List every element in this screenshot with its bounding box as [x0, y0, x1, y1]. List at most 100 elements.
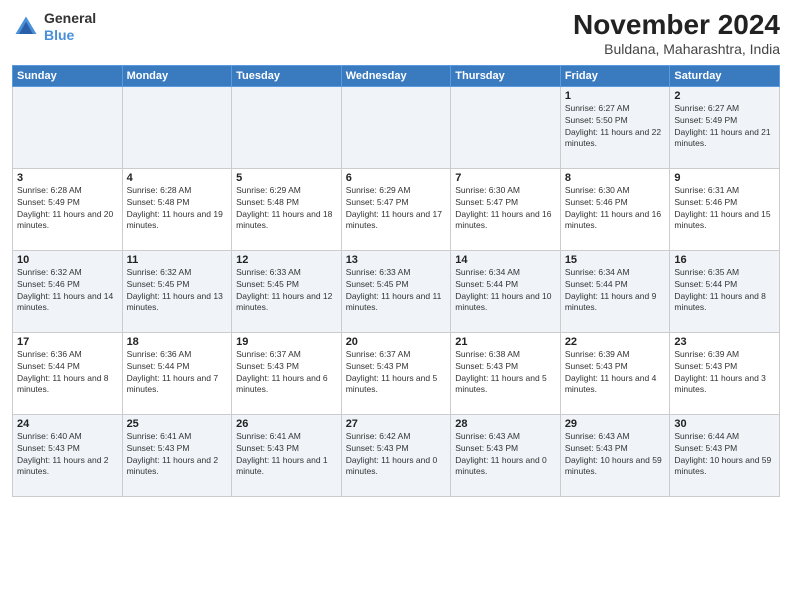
col-tuesday: Tuesday	[232, 65, 342, 86]
calendar-cell: 25Sunrise: 6:41 AM Sunset: 5:43 PM Dayli…	[122, 414, 232, 496]
title-block: November 2024 Buldana, Maharashtra, Indi…	[573, 10, 780, 57]
day-info: Sunrise: 6:29 AM Sunset: 5:47 PM Dayligh…	[346, 185, 447, 233]
day-info: Sunrise: 6:42 AM Sunset: 5:43 PM Dayligh…	[346, 431, 447, 479]
calendar-cell: 23Sunrise: 6:39 AM Sunset: 5:43 PM Dayli…	[670, 332, 780, 414]
day-info: Sunrise: 6:36 AM Sunset: 5:44 PM Dayligh…	[17, 349, 118, 397]
day-number: 24	[17, 418, 118, 430]
calendar-cell: 10Sunrise: 6:32 AM Sunset: 5:46 PM Dayli…	[13, 250, 123, 332]
location: Buldana, Maharashtra, India	[573, 41, 780, 57]
day-number: 20	[346, 336, 447, 348]
day-info: Sunrise: 6:40 AM Sunset: 5:43 PM Dayligh…	[17, 431, 118, 479]
day-info: Sunrise: 6:33 AM Sunset: 5:45 PM Dayligh…	[236, 267, 337, 315]
day-info: Sunrise: 6:39 AM Sunset: 5:43 PM Dayligh…	[565, 349, 666, 397]
day-info: Sunrise: 6:43 AM Sunset: 5:43 PM Dayligh…	[565, 431, 666, 479]
calendar-cell: 28Sunrise: 6:43 AM Sunset: 5:43 PM Dayli…	[451, 414, 561, 496]
calendar-cell: 24Sunrise: 6:40 AM Sunset: 5:43 PM Dayli…	[13, 414, 123, 496]
col-thursday: Thursday	[451, 65, 561, 86]
day-number: 4	[127, 172, 228, 184]
day-number: 25	[127, 418, 228, 430]
day-info: Sunrise: 6:43 AM Sunset: 5:43 PM Dayligh…	[455, 431, 556, 479]
day-number: 27	[346, 418, 447, 430]
day-number: 26	[236, 418, 337, 430]
calendar-cell: 12Sunrise: 6:33 AM Sunset: 5:45 PM Dayli…	[232, 250, 342, 332]
month-title: November 2024	[573, 10, 780, 41]
col-friday: Friday	[560, 65, 670, 86]
calendar-cell: 22Sunrise: 6:39 AM Sunset: 5:43 PM Dayli…	[560, 332, 670, 414]
col-monday: Monday	[122, 65, 232, 86]
logo-text: General Blue	[44, 10, 96, 44]
day-number: 18	[127, 336, 228, 348]
day-info: Sunrise: 6:36 AM Sunset: 5:44 PM Dayligh…	[127, 349, 228, 397]
day-number: 6	[346, 172, 447, 184]
calendar-cell: 9Sunrise: 6:31 AM Sunset: 5:46 PM Daylig…	[670, 168, 780, 250]
logo-icon	[12, 13, 40, 41]
day-info: Sunrise: 6:37 AM Sunset: 5:43 PM Dayligh…	[346, 349, 447, 397]
day-number: 15	[565, 254, 666, 266]
logo-blue: Blue	[44, 27, 74, 43]
calendar-cell: 3Sunrise: 6:28 AM Sunset: 5:49 PM Daylig…	[13, 168, 123, 250]
calendar-week-5: 24Sunrise: 6:40 AM Sunset: 5:43 PM Dayli…	[13, 414, 780, 496]
calendar-cell: 26Sunrise: 6:41 AM Sunset: 5:43 PM Dayli…	[232, 414, 342, 496]
day-number: 5	[236, 172, 337, 184]
day-number: 9	[674, 172, 775, 184]
day-info: Sunrise: 6:35 AM Sunset: 5:44 PM Dayligh…	[674, 267, 775, 315]
calendar-cell: 6Sunrise: 6:29 AM Sunset: 5:47 PM Daylig…	[341, 168, 451, 250]
day-info: Sunrise: 6:28 AM Sunset: 5:48 PM Dayligh…	[127, 185, 228, 233]
day-number: 12	[236, 254, 337, 266]
calendar-cell	[341, 86, 451, 168]
day-number: 30	[674, 418, 775, 430]
calendar-cell: 21Sunrise: 6:38 AM Sunset: 5:43 PM Dayli…	[451, 332, 561, 414]
calendar-container: General Blue November 2024 Buldana, Maha…	[0, 0, 792, 612]
day-number: 16	[674, 254, 775, 266]
calendar-cell: 7Sunrise: 6:30 AM Sunset: 5:47 PM Daylig…	[451, 168, 561, 250]
day-info: Sunrise: 6:27 AM Sunset: 5:49 PM Dayligh…	[674, 103, 775, 151]
logo: General Blue	[12, 10, 96, 44]
day-number: 11	[127, 254, 228, 266]
calendar-cell: 13Sunrise: 6:33 AM Sunset: 5:45 PM Dayli…	[341, 250, 451, 332]
calendar-cell: 2Sunrise: 6:27 AM Sunset: 5:49 PM Daylig…	[670, 86, 780, 168]
calendar-cell: 18Sunrise: 6:36 AM Sunset: 5:44 PM Dayli…	[122, 332, 232, 414]
day-info: Sunrise: 6:32 AM Sunset: 5:45 PM Dayligh…	[127, 267, 228, 315]
calendar-cell: 8Sunrise: 6:30 AM Sunset: 5:46 PM Daylig…	[560, 168, 670, 250]
day-number: 29	[565, 418, 666, 430]
calendar-week-3: 10Sunrise: 6:32 AM Sunset: 5:46 PM Dayli…	[13, 250, 780, 332]
col-sunday: Sunday	[13, 65, 123, 86]
day-info: Sunrise: 6:30 AM Sunset: 5:46 PM Dayligh…	[565, 185, 666, 233]
day-number: 14	[455, 254, 556, 266]
calendar-cell: 4Sunrise: 6:28 AM Sunset: 5:48 PM Daylig…	[122, 168, 232, 250]
day-info: Sunrise: 6:39 AM Sunset: 5:43 PM Dayligh…	[674, 349, 775, 397]
calendar-cell	[232, 86, 342, 168]
day-info: Sunrise: 6:32 AM Sunset: 5:46 PM Dayligh…	[17, 267, 118, 315]
calendar-cell	[13, 86, 123, 168]
day-info: Sunrise: 6:30 AM Sunset: 5:47 PM Dayligh…	[455, 185, 556, 233]
calendar-cell	[451, 86, 561, 168]
calendar-table: Sunday Monday Tuesday Wednesday Thursday…	[12, 65, 780, 497]
calendar-cell: 11Sunrise: 6:32 AM Sunset: 5:45 PM Dayli…	[122, 250, 232, 332]
day-number: 13	[346, 254, 447, 266]
calendar-cell: 17Sunrise: 6:36 AM Sunset: 5:44 PM Dayli…	[13, 332, 123, 414]
day-info: Sunrise: 6:29 AM Sunset: 5:48 PM Dayligh…	[236, 185, 337, 233]
logo-general: General	[44, 10, 96, 26]
day-number: 17	[17, 336, 118, 348]
calendar-cell: 19Sunrise: 6:37 AM Sunset: 5:43 PM Dayli…	[232, 332, 342, 414]
day-info: Sunrise: 6:27 AM Sunset: 5:50 PM Dayligh…	[565, 103, 666, 151]
header-row: Sunday Monday Tuesday Wednesday Thursday…	[13, 65, 780, 86]
calendar-week-2: 3Sunrise: 6:28 AM Sunset: 5:49 PM Daylig…	[13, 168, 780, 250]
day-number: 21	[455, 336, 556, 348]
day-number: 8	[565, 172, 666, 184]
calendar-cell: 20Sunrise: 6:37 AM Sunset: 5:43 PM Dayli…	[341, 332, 451, 414]
calendar-cell: 5Sunrise: 6:29 AM Sunset: 5:48 PM Daylig…	[232, 168, 342, 250]
day-number: 19	[236, 336, 337, 348]
calendar-cell: 30Sunrise: 6:44 AM Sunset: 5:43 PM Dayli…	[670, 414, 780, 496]
day-info: Sunrise: 6:34 AM Sunset: 5:44 PM Dayligh…	[565, 267, 666, 315]
day-info: Sunrise: 6:33 AM Sunset: 5:45 PM Dayligh…	[346, 267, 447, 315]
day-number: 7	[455, 172, 556, 184]
col-saturday: Saturday	[670, 65, 780, 86]
calendar-cell	[122, 86, 232, 168]
day-info: Sunrise: 6:44 AM Sunset: 5:43 PM Dayligh…	[674, 431, 775, 479]
calendar-cell: 27Sunrise: 6:42 AM Sunset: 5:43 PM Dayli…	[341, 414, 451, 496]
day-number: 28	[455, 418, 556, 430]
header: General Blue November 2024 Buldana, Maha…	[12, 10, 780, 57]
day-number: 22	[565, 336, 666, 348]
day-info: Sunrise: 6:41 AM Sunset: 5:43 PM Dayligh…	[127, 431, 228, 479]
